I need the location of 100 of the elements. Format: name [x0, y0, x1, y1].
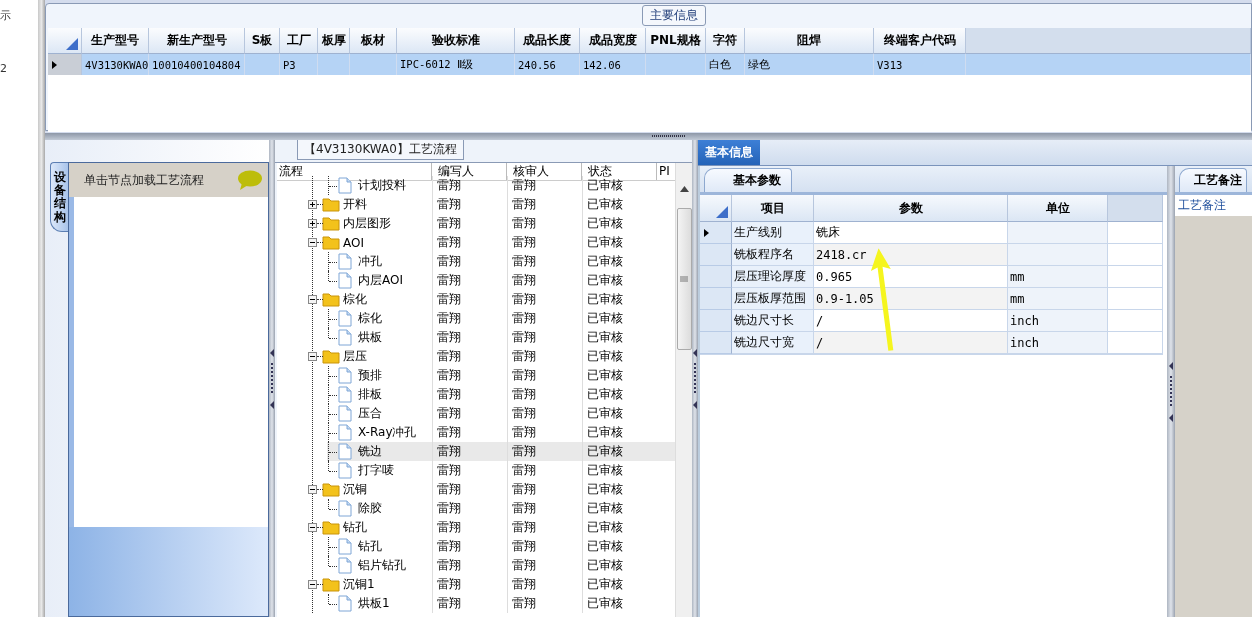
column-header[interactable]: 成品长度: [515, 28, 580, 54]
tree-row[interactable]: 预排 雷翔 雷翔 已审核: [277, 366, 675, 385]
tree-row[interactable]: 内层AOI 雷翔 雷翔 已审核: [277, 271, 675, 290]
tree-row[interactable]: 除胶 雷翔 雷翔 已审核: [277, 499, 675, 518]
table-cell: 雷翔: [507, 347, 582, 366]
table-cell: 雷翔: [507, 252, 582, 271]
folder-icon: [322, 197, 340, 212]
column-header[interactable]: 编写人: [432, 163, 507, 180]
table-cell: 雷翔: [432, 537, 507, 556]
document-icon: [338, 443, 352, 460]
column-header[interactable]: 状态: [582, 163, 657, 180]
column-header[interactable]: 成品宽度: [580, 28, 646, 54]
tree-row[interactable]: 棕化 雷翔 雷翔 已审核: [277, 309, 675, 328]
tree-row[interactable]: 沉铜 雷翔 雷翔 已审核: [277, 480, 675, 499]
document-icon: [338, 462, 352, 479]
tab[interactable]: 基本信息: [698, 140, 760, 165]
column-header[interactable]: 阻焊: [745, 28, 874, 54]
tree-row[interactable]: 沉铜1 雷翔 雷翔 已审核: [277, 575, 675, 594]
tree-row[interactable]: 打字唛 雷翔 雷翔 已审核: [277, 461, 675, 480]
table-cell: 雷翔: [507, 575, 582, 594]
table-cell: 雷翔: [507, 214, 582, 233]
scrollbar[interactable]: [675, 163, 692, 617]
tree-row[interactable]: 压合 雷翔 雷翔 已审核: [277, 404, 675, 423]
table-cell: 雷翔: [432, 195, 507, 214]
tree-node-label: 打字唛: [358, 462, 394, 479]
column-header[interactable]: 单位: [1008, 195, 1108, 222]
column-header[interactable]: 字符: [706, 28, 745, 54]
column-header[interactable]: 终端客户代码: [874, 28, 966, 54]
column-header[interactable]: S板: [245, 28, 280, 54]
tree-row[interactable]: 冲孔 雷翔 雷翔 已审核: [277, 252, 675, 271]
minus-icon[interactable]: [308, 238, 317, 247]
table-cell: 已审核: [582, 385, 657, 404]
splitter-grip-icon[interactable]: [1168, 361, 1174, 422]
table-cell: 雷翔: [432, 594, 507, 613]
splitter-grip-icon[interactable]: [692, 348, 698, 409]
tree-row[interactable]: X-Ray冲孔 雷翔 雷翔 已审核: [277, 423, 675, 442]
hint-text: 单击节点加载工艺流程: [84, 171, 204, 189]
tree-node-label: AOI: [343, 235, 364, 250]
table-cell: 雷翔: [507, 366, 582, 385]
table-cell: 已审核: [582, 461, 657, 480]
tree-row[interactable]: 烘板 雷翔 雷翔 已审核: [277, 328, 675, 347]
tree-row[interactable]: 铝片钻孔 雷翔 雷翔 已审核: [277, 556, 675, 575]
tree-row[interactable]: 钻孔 雷翔 雷翔 已审核: [277, 518, 675, 537]
document-icon: [338, 424, 352, 441]
plus-icon[interactable]: [308, 200, 317, 209]
table-cell: 雷翔: [432, 442, 507, 461]
column-header[interactable]: PNL规格: [646, 28, 706, 54]
column-header[interactable]: 板材: [350, 28, 397, 54]
table-cell: 层压理论厚度: [732, 266, 814, 288]
table-cell: mm: [1008, 266, 1108, 288]
minus-icon[interactable]: [308, 485, 317, 494]
scroll-thumb[interactable]: [676, 208, 692, 350]
minus-icon[interactable]: [308, 295, 317, 304]
row-header[interactable]: [48, 54, 82, 75]
column-header[interactable]: 板厚: [318, 28, 350, 54]
tree-row[interactable]: 开料 雷翔 雷翔 已审核: [277, 195, 675, 214]
cut-off-label: 2: [0, 62, 7, 75]
table-cell: 生产线别: [732, 222, 814, 244]
document-icon: [338, 538, 352, 555]
tree-node-label: 除胶: [358, 500, 382, 517]
minus-icon[interactable]: [308, 523, 317, 532]
table-cell: 雷翔: [432, 176, 507, 195]
tree-row[interactable]: 钻孔 雷翔 雷翔 已审核: [277, 537, 675, 556]
column-header[interactable]: 工厂: [280, 28, 318, 54]
splitter-grip-icon[interactable]: [269, 348, 275, 409]
table-cell: 雷翔: [432, 233, 507, 252]
plus-icon[interactable]: [308, 219, 317, 228]
tree-row[interactable]: 排板 雷翔 雷翔 已审核: [277, 385, 675, 404]
column-header[interactable]: 项目: [732, 195, 814, 222]
tree-row[interactable]: 棕化 雷翔 雷翔 已审核: [277, 290, 675, 309]
column-header[interactable]: 核审人: [507, 163, 582, 180]
table-cell: 雷翔: [432, 499, 507, 518]
splitter-grip-icon[interactable]: [651, 134, 686, 139]
tree-row[interactable]: 烘板1 雷翔 雷翔 已审核: [277, 594, 675, 613]
column-header[interactable]: 生产型号: [82, 28, 149, 54]
column-header[interactable]: 参数: [814, 195, 1008, 222]
tab[interactable]: 工艺备注: [1179, 168, 1247, 192]
table-cell: 铣边尺寸长: [732, 310, 814, 332]
table-cell: 已审核: [582, 328, 657, 347]
tab[interactable]: 基本参数: [704, 168, 792, 192]
document-icon: [338, 386, 352, 403]
column-header[interactable]: 新生产型号: [149, 28, 245, 54]
table-cell: 雷翔: [507, 195, 582, 214]
tree-row[interactable]: AOI 雷翔 雷翔 已审核: [277, 233, 675, 252]
table-cell: 雷翔: [507, 499, 582, 518]
folder-icon: [322, 577, 340, 592]
side-tab[interactable]: 设备结构: [50, 162, 68, 232]
table-cell: 雷翔: [432, 461, 507, 480]
tree-row[interactable]: 层压 雷翔 雷翔 已审核: [277, 347, 675, 366]
tree-row[interactable]: 内层图形 雷翔 雷翔 已审核: [277, 214, 675, 233]
row-header[interactable]: [700, 222, 732, 244]
table-cell: 已审核: [582, 518, 657, 537]
minus-icon[interactable]: [308, 352, 317, 361]
minus-icon[interactable]: [308, 580, 317, 589]
table-cell: 雷翔: [507, 461, 582, 480]
column-header[interactable]: 验收标准: [397, 28, 515, 54]
table-cell: 雷翔: [432, 556, 507, 575]
table-cell: 已审核: [582, 195, 657, 214]
scroll-up-icon[interactable]: [679, 186, 689, 192]
table-cell: 雷翔: [432, 518, 507, 537]
